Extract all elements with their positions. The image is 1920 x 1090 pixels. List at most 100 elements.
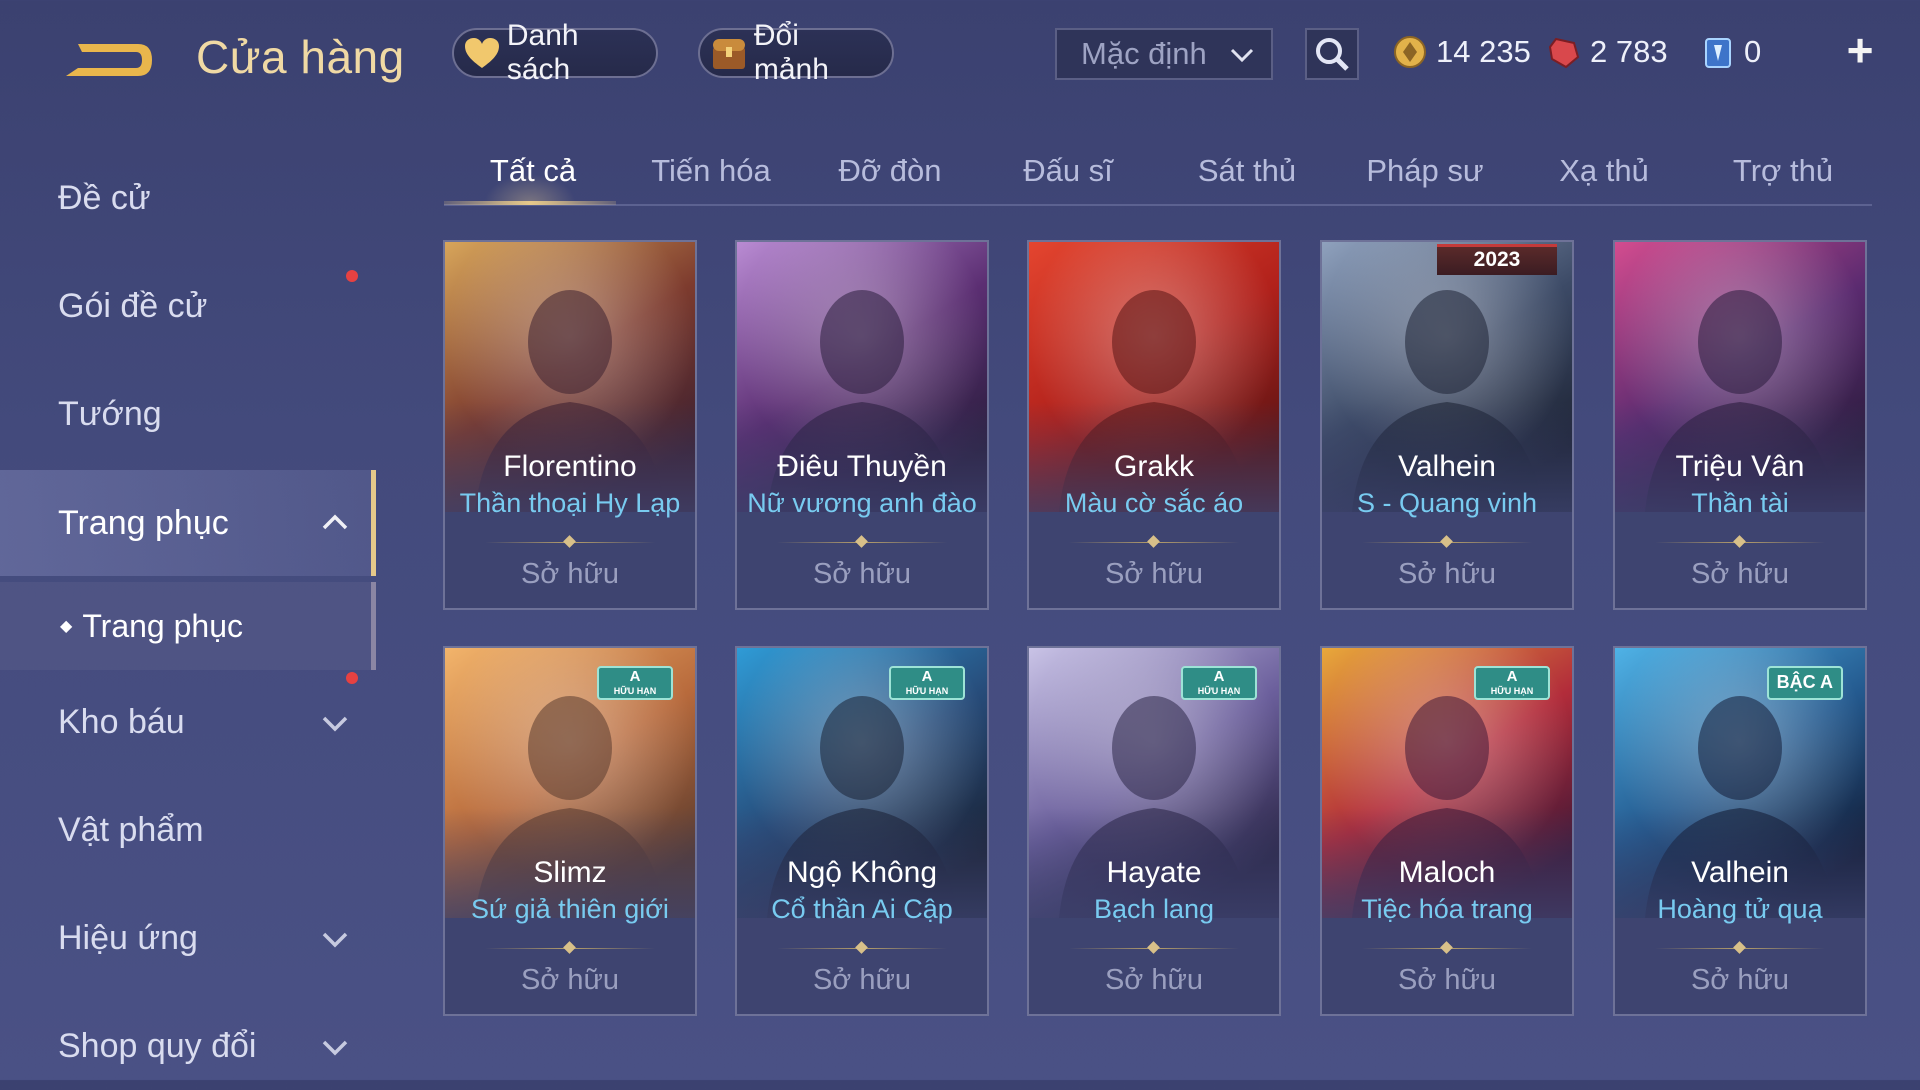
back-arrow-icon [66, 44, 152, 76]
owned-status: Sở hữu [1690, 558, 1790, 590]
voucher-currency: 2 783 [1546, 30, 1668, 74]
tab-fighter[interactable]: Đấu sĩ [979, 140, 1157, 202]
sidebar-subitem-skins[interactable]: ◆ Trang phục [0, 582, 376, 670]
rarity-badge: A HỮU HẠN [597, 666, 673, 700]
skin-card[interactable]: A HỮU HẠN Ngộ Không Cổ thần Ai Cập Sở hữu [735, 646, 989, 1016]
skin-card[interactable]: 2023 Valhein S - Quang vinh Sở hữu [1320, 240, 1574, 610]
crystal-amount: 0 [1744, 34, 1762, 69]
exchange-label: Đổi mảnh [753, 19, 829, 86]
skin-name: Bạch lang [1093, 894, 1215, 924]
wishlist-label: Danh sách [506, 19, 579, 86]
owned-status: Sở hữu [520, 964, 620, 996]
gold-amount: 14 235 [1436, 34, 1531, 69]
sidebar-item-label: Tướng [58, 394, 162, 433]
rarity-badge: A HỮU HẠN [1474, 666, 1550, 700]
crystal-icon [1700, 34, 1736, 70]
sidebar-item-label: Hiệu ứng [58, 918, 198, 957]
chevron-down-icon [1230, 48, 1254, 63]
hero-name: Grakk [1113, 450, 1194, 483]
hero-silhouette-head [1405, 696, 1489, 800]
exchange-fragments-button[interactable]: Đổi mảnh [698, 19, 894, 86]
hero-silhouette-head [820, 696, 904, 800]
notification-dot [346, 270, 358, 282]
owned-status: Sở hữu [812, 558, 912, 590]
sidebar-item-recommended[interactable]: Đề cử [0, 154, 376, 242]
sidebar-item-label: Shop quy đổi [58, 1026, 257, 1065]
tab-assassin[interactable]: Sát thủ [1158, 140, 1336, 202]
tab-marksman[interactable]: Xạ thủ [1515, 140, 1693, 202]
owned-status: Sở hữu [1397, 558, 1497, 590]
diamond-bullet-icon: ◆ [60, 618, 73, 635]
skin-name: S - Quang vinh [1356, 488, 1538, 518]
wishlist-button[interactable]: Danh sách [452, 19, 658, 86]
search-button[interactable] [1305, 28, 1359, 80]
treasure-chest-icon [708, 31, 750, 75]
owned-status: Sở hữu [1104, 964, 1204, 996]
skin-card[interactable]: A HỮU HẠN Hayate Bạch lang Sở hữu [1027, 646, 1281, 1016]
sidebar-item-label: Đề cử [58, 178, 151, 217]
tab-evolution[interactable]: Tiến hóa [622, 140, 800, 202]
sidebar-item-label: Trang phục [58, 503, 229, 542]
sidebar-item-heroes[interactable]: Tướng [0, 370, 376, 458]
skin-name: Tiệc hóa trang [1361, 894, 1533, 924]
hero-silhouette-head [528, 290, 612, 394]
chevron-down-icon [322, 932, 348, 948]
sidebar-item-skins[interactable]: Trang phục [0, 470, 376, 576]
tab-all[interactable]: Tất cả [444, 140, 622, 205]
sidebar-item-label: Vật phẩm [58, 810, 204, 849]
owned-status: Sở hữu [1104, 558, 1204, 590]
owned-status: Sở hữu [1690, 964, 1790, 996]
hero-name: Slimz [533, 856, 607, 889]
tab-support[interactable]: Trợ thủ [1694, 140, 1872, 202]
skin-name: Hoàng tử quạ [1657, 894, 1823, 924]
hero-name: Triệu Vân [1675, 450, 1805, 483]
skin-card[interactable]: BẬC A Valhein Hoàng tử quạ Sở hữu [1613, 646, 1867, 1016]
chevron-up-icon [322, 514, 348, 530]
gold-coin-icon [1392, 34, 1428, 70]
chevron-down-icon [322, 716, 348, 732]
tab-mage[interactable]: Pháp sư [1336, 140, 1514, 202]
sort-selected-value: Mặc định [1081, 36, 1207, 71]
skin-card[interactable]: A HỮU HẠN Slimz Sứ giả thiên giới Sở hữu [443, 646, 697, 1016]
sidebar-item-bundles[interactable]: Gói đề cử [0, 262, 376, 350]
page-title: Cửa hàng [196, 31, 405, 83]
skin-card[interactable]: Điêu Thuyền Nữ vương anh đào Sở hữu [735, 240, 989, 610]
add-currency-button[interactable]: + [1840, 24, 1880, 76]
hero-name: Valhein [1398, 450, 1496, 483]
crystal-currency: 0 [1700, 30, 1761, 74]
sidebar-item-effects[interactable]: Hiệu ứng [0, 894, 376, 982]
rarity-badge: A HỮU HẠN [1181, 666, 1257, 700]
hero-name: Florentino [503, 450, 637, 483]
search-icon [1316, 38, 1349, 71]
skin-card[interactable]: Grakk Màu cờ sắc áo Sở hữu [1027, 240, 1281, 610]
hero-silhouette-head [1112, 696, 1196, 800]
owned-status: Sở hữu [812, 964, 912, 996]
sidebar-item-treasure[interactable]: Kho báu [0, 672, 376, 766]
hero-silhouette-head [820, 290, 904, 394]
tab-tank[interactable]: Đỡ đòn [801, 140, 979, 202]
sidebar-subitem-label: Trang phục [82, 607, 243, 644]
sort-dropdown[interactable]: Mặc định [1055, 28, 1273, 80]
heart-icon [462, 31, 503, 75]
skin-name: Nữ vương anh đào [747, 488, 977, 518]
sidebar-item-exchange-shop[interactable]: Shop quy đổi [0, 1002, 376, 1090]
chevron-down-icon [322, 1040, 348, 1056]
skin-card[interactable]: Florentino Thần thoại Hy Lạp Sở hữu [443, 240, 697, 610]
owned-status: Sở hữu [520, 558, 620, 590]
skin-name: Thần tài [1691, 488, 1789, 518]
year-badge: 2023 [1437, 244, 1557, 275]
hero-name: Valhein [1691, 856, 1789, 889]
sidebar-item-label: Kho báu [58, 702, 185, 741]
sidebar: Đề cử Gói đề cử Tướng Trang phục ◆ Trang… [0, 130, 376, 1080]
skin-card[interactable]: Triệu Vân Thần tài Sở hữu [1613, 240, 1867, 610]
hero-name: Hayate [1106, 856, 1202, 889]
skin-card[interactable]: A HỮU HẠN Maloch Tiệc hóa trang Sở hữu [1320, 646, 1574, 1016]
sidebar-item-label: Gói đề cử [58, 286, 208, 325]
skin-name: Thần thoại Hy Lạp [459, 488, 681, 518]
sidebar-item-items[interactable]: Vật phẩm [0, 786, 376, 874]
rarity-badge: BẬC A [1766, 666, 1843, 700]
hero-silhouette-head [1112, 290, 1196, 394]
hero-silhouette-head [1698, 290, 1782, 394]
voucher-amount: 2 783 [1590, 34, 1668, 69]
back-button[interactable] [58, 30, 158, 88]
